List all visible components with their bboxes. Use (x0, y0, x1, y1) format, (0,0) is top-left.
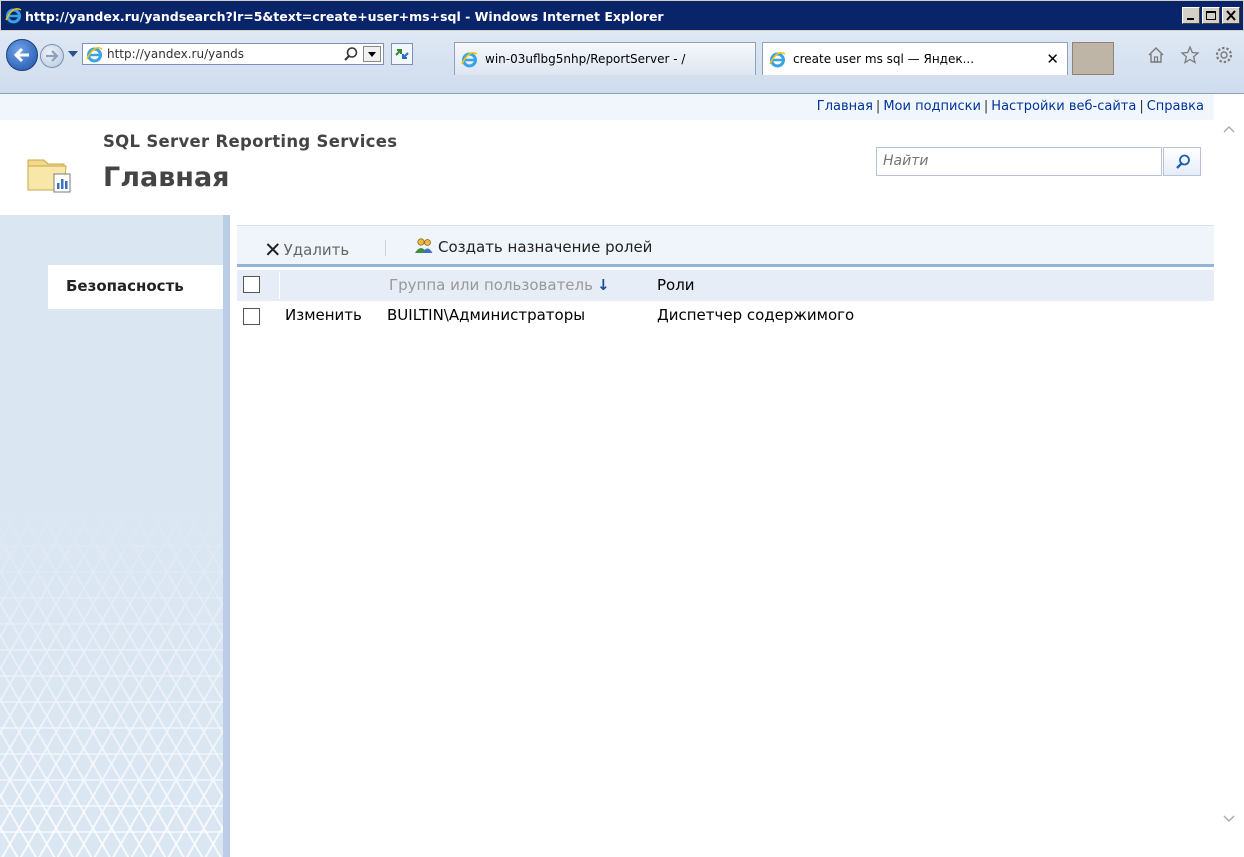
home-icon[interactable] (1146, 45, 1166, 65)
site-search-field[interactable] (876, 147, 1162, 176)
refresh-icon (395, 49, 409, 59)
edit-link[interactable]: Изменить (285, 306, 362, 324)
star-icon[interactable] (1180, 45, 1200, 65)
address-text[interactable]: http://yandex.ru/yands (107, 47, 244, 61)
vertical-scrollbar[interactable] (1214, 94, 1244, 857)
minimize-button[interactable] (1182, 7, 1200, 24)
column-header-group-user[interactable]: Группа или пользователь ↓ (389, 276, 610, 294)
ie-tab-icon (461, 52, 478, 68)
tab-label: create user ms sql — Яндек... (793, 52, 975, 66)
delete-button[interactable]: ✕ Удалить (264, 236, 350, 262)
sort-down-icon: ↓ (596, 276, 610, 294)
link-subscriptions[interactable]: Мои подписки (883, 99, 981, 114)
sidebar-item-label: Безопасность (66, 277, 184, 295)
select-all-checkbox[interactable] (243, 276, 260, 293)
ie-page-icon (86, 47, 103, 63)
separator: | (875, 99, 881, 114)
search-input[interactable] (877, 148, 1157, 174)
recent-pages-dropdown[interactable] (68, 51, 78, 57)
minimize-icon (1187, 18, 1194, 20)
ie-icon (5, 8, 22, 24)
ie-tab-icon (769, 52, 786, 68)
separator: | (983, 99, 989, 114)
maximize-button[interactable] (1202, 7, 1220, 24)
main-content: ✕ Удалить Создать назначение ролей Группа… (230, 215, 1214, 857)
users-icon (415, 238, 433, 253)
separator: | (1139, 99, 1144, 114)
scroll-down-icon[interactable] (1223, 812, 1235, 824)
link-site-settings[interactable]: Настройки веб-сайта (991, 99, 1136, 114)
report-manager-page: Главная | Мои подписки | Настройки веб-сайта… (0, 94, 1244, 857)
forward-arrow-icon (46, 50, 59, 62)
column-header-roles: Роли (657, 276, 695, 294)
action-toolbar: ✕ Удалить Создать назначение ролей (237, 225, 1214, 267)
grid-header: Группа или пользователь ↓ Роли (237, 270, 1214, 301)
gear-icon[interactable] (1214, 45, 1234, 65)
close-button[interactable] (1222, 7, 1240, 24)
address-dropdown[interactable] (363, 46, 381, 62)
search-icon (1176, 154, 1190, 169)
search-button[interactable] (1163, 147, 1201, 176)
new-role-assignment-button[interactable]: Создать назначение ролей (414, 237, 652, 256)
tab-close-icon[interactable]: ✕ (1046, 50, 1059, 68)
tab-reportserver[interactable]: win-03uflbg5nhp/ReportServer - / (454, 42, 756, 75)
folder-report-icon (27, 159, 71, 193)
delete-label: Удалить (283, 241, 350, 259)
global-links: Главная | Мои подписки | Настройки веб-сайта… (0, 94, 1214, 120)
new-tab-button[interactable] (1072, 42, 1114, 75)
tab-label: win-03uflbg5nhp/ReportServer - / (485, 52, 686, 66)
column-label: Группа или пользователь (389, 276, 593, 294)
window-title: http://yandex.ru/yandsearch?lr=5&text=cr… (25, 9, 664, 24)
maximize-icon (1206, 11, 1216, 20)
search-icon[interactable] (343, 46, 359, 62)
refresh-button[interactable] (391, 43, 413, 65)
delete-icon: ✕ (264, 238, 282, 262)
address-bar[interactable]: http://yandex.ru/yands (82, 43, 384, 65)
row-user: BUILTIN\Администраторы (387, 306, 586, 324)
new-role-label: Создать назначение ролей (438, 238, 653, 256)
toolbar-divider (385, 240, 386, 256)
product-name: SQL Server Reporting Services (103, 132, 398, 151)
table-row: Изменить BUILTIN\Администраторы Диспетче… (237, 301, 1214, 329)
back-arrow-icon (13, 47, 29, 63)
link-help[interactable]: Справка (1147, 99, 1204, 114)
browser-toolbar: http://yandex.ru/yands win-03uflbg5nhp/R… (0, 31, 1244, 94)
row-checkbox[interactable] (243, 308, 260, 325)
window-titlebar: http://yandex.ru/yandsearch?lr=5&text=cr… (0, 0, 1244, 31)
sidebar-item-security[interactable]: Безопасность (48, 265, 223, 309)
link-home[interactable]: Главная (817, 99, 873, 114)
sidebar: Безопасность (0, 215, 230, 857)
tab-yandex[interactable]: create user ms sql — Яндек... ✕ (762, 42, 1068, 75)
page-title: Главная (103, 162, 230, 193)
forward-button[interactable] (40, 44, 64, 68)
column-divider (279, 272, 280, 299)
scroll-up-icon[interactable] (1223, 124, 1235, 136)
row-role: Диспетчер содержимого (657, 306, 855, 324)
back-button[interactable] (6, 39, 38, 71)
close-icon (1226, 10, 1236, 21)
